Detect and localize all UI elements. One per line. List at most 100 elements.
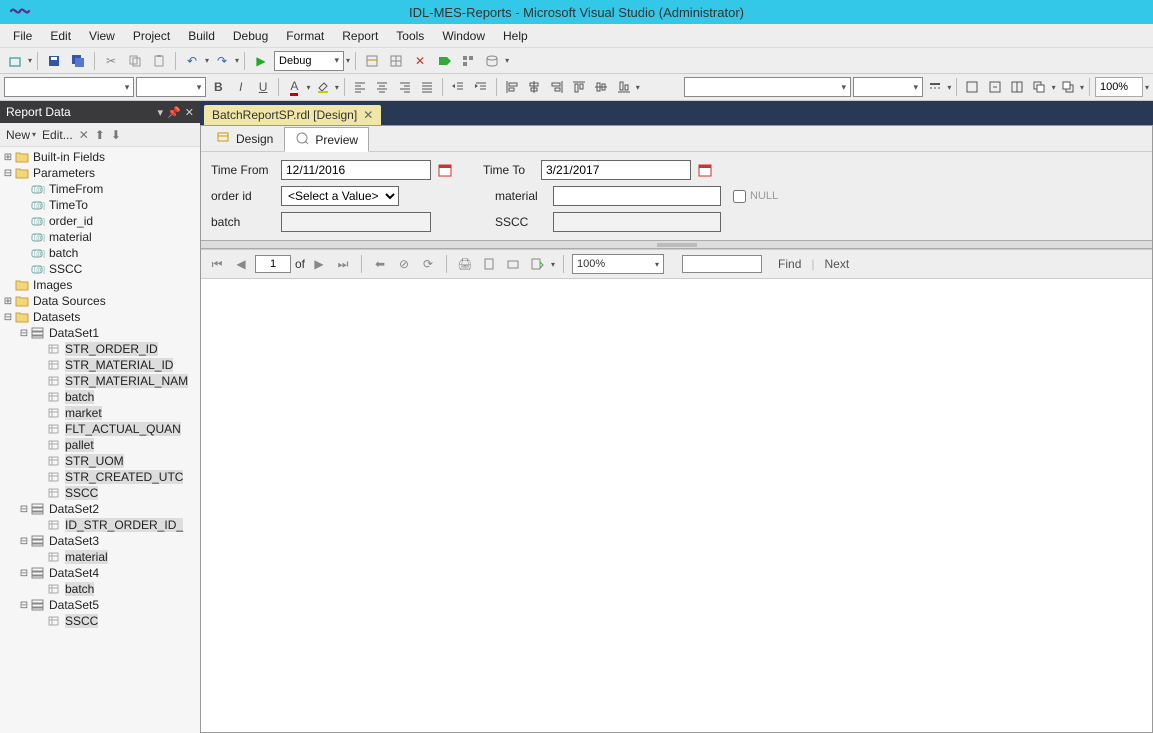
tree-dataset2[interactable]: ⊟DataSet2 bbox=[0, 501, 200, 517]
config-dropdown-arrow[interactable]: ▾ bbox=[346, 56, 350, 65]
outdent-icon[interactable] bbox=[448, 76, 468, 98]
zoom-input[interactable] bbox=[1095, 77, 1143, 97]
report-group-icon[interactable] bbox=[457, 50, 479, 72]
merge-cells-icon[interactable] bbox=[985, 76, 1005, 98]
panel-pin-icon[interactable]: 📌 bbox=[167, 106, 181, 119]
panel-delete-icon[interactable]: ✕ bbox=[79, 128, 89, 142]
splitter-handle[interactable] bbox=[201, 241, 1152, 249]
close-icon[interactable]: ✕ bbox=[363, 108, 373, 122]
param-timeto-input[interactable] bbox=[541, 160, 691, 180]
param-orderid-select[interactable]: <Select a Value> bbox=[281, 186, 399, 206]
align-right-icon[interactable] bbox=[395, 76, 415, 98]
report-layout-icon[interactable] bbox=[361, 50, 383, 72]
tree-datasources[interactable]: ⊞Data Sources bbox=[0, 293, 200, 309]
menu-edit[interactable]: Edit bbox=[41, 27, 80, 45]
print-layout-icon[interactable] bbox=[479, 254, 499, 274]
align-justify-icon[interactable] bbox=[417, 76, 437, 98]
tree-param-material[interactable]: [@]material bbox=[0, 229, 200, 245]
tree-param-batch[interactable]: [@]batch bbox=[0, 245, 200, 261]
fill-color-icon[interactable] bbox=[313, 76, 333, 98]
tree-toggle-icon[interactable]: ⊟ bbox=[18, 504, 30, 515]
export-icon[interactable] bbox=[527, 254, 547, 274]
panel-moveup-icon[interactable]: ⬆ bbox=[95, 128, 105, 142]
copy-icon[interactable] bbox=[124, 50, 146, 72]
tree-dataset5[interactable]: ⊟DataSet5 bbox=[0, 597, 200, 613]
first-page-icon[interactable]: ⏮ bbox=[207, 254, 227, 274]
tree-datasets[interactable]: ⊟Datasets bbox=[0, 309, 200, 325]
prev-page-icon[interactable]: ◀ bbox=[231, 254, 251, 274]
order-dropdown[interactable]: ▾ bbox=[1052, 83, 1056, 92]
bring-forward-icon[interactable] bbox=[1029, 76, 1049, 98]
menu-window[interactable]: Window bbox=[433, 27, 494, 45]
report-data-icon[interactable] bbox=[481, 50, 503, 72]
stop-icon[interactable]: ⊘ bbox=[394, 254, 414, 274]
new-project-icon[interactable] bbox=[4, 50, 26, 72]
tree-field-str_material_id[interactable]: STR_MATERIAL_ID bbox=[0, 357, 200, 373]
page-setup-icon[interactable] bbox=[503, 254, 523, 274]
tree-dataset1[interactable]: ⊟DataSet1 bbox=[0, 325, 200, 341]
document-tab-batchreport[interactable]: BatchReportSP.rdl [Design] ✕ bbox=[204, 105, 381, 125]
export-dropdown[interactable]: ▾ bbox=[551, 260, 555, 269]
find-button[interactable]: Find bbox=[778, 257, 801, 271]
tree-param-order_id[interactable]: [@]order_id bbox=[0, 213, 200, 229]
border-all-icon[interactable] bbox=[962, 76, 982, 98]
indent-icon[interactable] bbox=[470, 76, 490, 98]
menu-view[interactable]: View bbox=[80, 27, 124, 45]
layout-align-left-icon[interactable] bbox=[502, 76, 522, 98]
tree-toggle-icon[interactable]: ⊟ bbox=[18, 600, 30, 611]
redo-icon[interactable]: ↷ bbox=[211, 50, 233, 72]
font-family-combo[interactable]: ▾ bbox=[4, 77, 134, 97]
tree-images[interactable]: Images bbox=[0, 277, 200, 293]
send-back-icon[interactable] bbox=[1058, 76, 1078, 98]
report-run-icon[interactable] bbox=[433, 50, 455, 72]
font-color-icon[interactable]: A bbox=[284, 76, 304, 98]
tree-field-id_str_order_id_[interactable]: ID_STR_ORDER_ID_ bbox=[0, 517, 200, 533]
font-color-dropdown[interactable]: ▾ bbox=[307, 83, 311, 92]
font-size-combo[interactable]: ▾ bbox=[136, 77, 206, 97]
param-timefrom-input[interactable] bbox=[281, 160, 431, 180]
tree-field-sscc[interactable]: SSCC bbox=[0, 485, 200, 501]
undo-icon[interactable]: ↶ bbox=[181, 50, 203, 72]
panel-close-icon[interactable]: ✕ bbox=[185, 106, 194, 119]
tree-toggle-icon[interactable]: ⊟ bbox=[2, 168, 14, 179]
calendar-icon[interactable] bbox=[697, 162, 713, 178]
subtab-preview[interactable]: Preview bbox=[284, 127, 369, 152]
menu-format[interactable]: Format bbox=[277, 27, 333, 45]
tree-field-sscc[interactable]: SSCC bbox=[0, 613, 200, 629]
tree-field-pallet[interactable]: pallet bbox=[0, 437, 200, 453]
menu-file[interactable]: File bbox=[4, 27, 41, 45]
tree-builtin-fields[interactable]: ⊞Built-in Fields bbox=[0, 149, 200, 165]
menu-project[interactable]: Project bbox=[124, 27, 179, 45]
find-next-button[interactable]: Next bbox=[825, 257, 850, 271]
menu-debug[interactable]: Debug bbox=[224, 27, 277, 45]
paste-icon[interactable] bbox=[148, 50, 170, 72]
last-page-icon[interactable]: ⏭ bbox=[333, 254, 353, 274]
calendar-icon[interactable] bbox=[437, 162, 453, 178]
tree-toggle-icon[interactable]: ⊟ bbox=[18, 536, 30, 547]
param-material-input[interactable] bbox=[553, 186, 721, 206]
zoom-dropdown[interactable]: ▾ bbox=[1145, 83, 1149, 92]
layout-align-middle-icon[interactable] bbox=[591, 76, 611, 98]
null-checkbox[interactable] bbox=[733, 190, 746, 203]
tree-field-str_material_nam[interactable]: STR_MATERIAL_NAM bbox=[0, 373, 200, 389]
menu-help[interactable]: Help bbox=[494, 27, 537, 45]
tree-field-market[interactable]: market bbox=[0, 405, 200, 421]
tree-param-timefrom[interactable]: [@]TimeFrom bbox=[0, 181, 200, 197]
toolbar-overflow-arrow[interactable]: ▾ bbox=[505, 56, 509, 65]
param-sscc-input[interactable] bbox=[553, 212, 721, 232]
tree-param-sscc[interactable]: [@]SSCC bbox=[0, 261, 200, 277]
fill-color-dropdown[interactable]: ▾ bbox=[335, 83, 339, 92]
panel-dropdown-icon[interactable]: ▾ bbox=[158, 106, 164, 119]
border-style-dropdown[interactable]: ▾ bbox=[947, 83, 951, 92]
split-cells-icon[interactable] bbox=[1007, 76, 1027, 98]
panel-movedown-icon[interactable]: ⬇ bbox=[111, 128, 121, 142]
tree-toggle-icon[interactable]: ⊟ bbox=[2, 312, 14, 323]
menu-build[interactable]: Build bbox=[179, 27, 224, 45]
next-page-icon[interactable]: ▶ bbox=[309, 254, 329, 274]
menu-tools[interactable]: Tools bbox=[387, 27, 433, 45]
panel-new-button[interactable]: New ▾ bbox=[6, 128, 36, 142]
align-center-icon[interactable] bbox=[372, 76, 392, 98]
tree-toggle-icon[interactable]: ⊟ bbox=[18, 568, 30, 579]
config-combo[interactable]: Debug▾ bbox=[274, 51, 344, 71]
menu-report[interactable]: Report bbox=[333, 27, 387, 45]
